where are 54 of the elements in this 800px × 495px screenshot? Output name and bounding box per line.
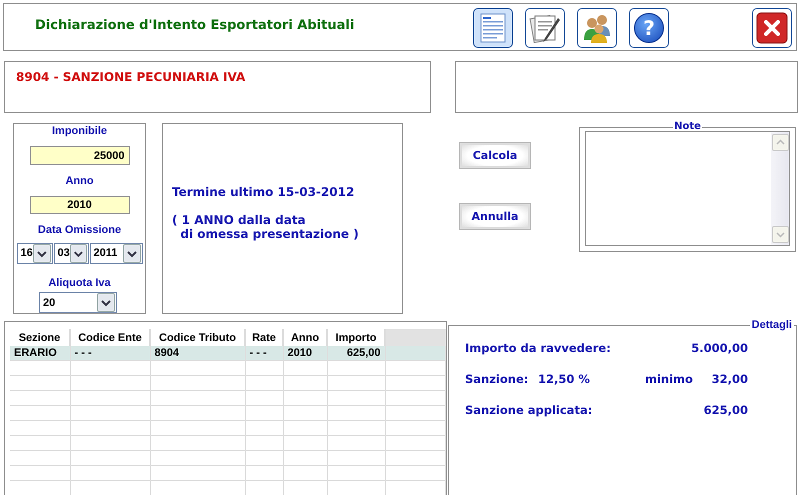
field-label: Anno <box>65 174 94 188</box>
deadline-text: Termine ultimo 15-03-2012 <box>172 184 356 198</box>
table-cell: - - - <box>245 346 283 360</box>
document-pen-icon <box>529 12 561 44</box>
detail-value: 5.000,00 <box>691 341 748 357</box>
input-field[interactable]: 25000 <box>30 146 130 165</box>
window-title: Dichiarazione d'Intento Esportatori Abituali <box>35 18 356 33</box>
detail-label: Importo da ravvedere: <box>465 341 611 357</box>
table-cell: 8904 <box>150 346 245 360</box>
table-cell: 625,00 <box>327 346 385 360</box>
input-field[interactable]: 2010 <box>30 196 130 214</box>
scroll-bar[interactable] <box>771 132 789 245</box>
action-button[interactable]: Calcola <box>459 142 531 169</box>
table-cell: ERARIO <box>10 346 70 360</box>
users-icon <box>581 12 613 44</box>
column-header[interactable]: Codice Ente <box>70 329 150 346</box>
scroll-up-icon <box>772 134 789 151</box>
note-field[interactable] <box>585 131 790 246</box>
detail-label: minimo <box>645 372 693 388</box>
caret-icon <box>122 244 140 263</box>
toolbar-button[interactable] <box>577 8 617 48</box>
deadline-note: ( 1 ANNO dalla data di omessa presentazione ) <box>172 212 360 240</box>
table-cell: - - - <box>70 346 150 360</box>
caret-icon <box>70 244 86 263</box>
field-label: Imponibile <box>52 125 107 138</box>
rate-select[interactable]: 20 <box>39 292 117 313</box>
close-button[interactable] <box>752 8 792 48</box>
caret-icon <box>32 244 50 263</box>
column-header[interactable]: Rate <box>245 329 283 346</box>
close-icon <box>756 12 788 44</box>
detail-value: 625,00 <box>704 403 748 419</box>
toolbar-button[interactable] <box>525 8 565 48</box>
scroll-down-icon <box>772 226 789 243</box>
detail-rate: 12,50 % <box>538 372 591 388</box>
table-cell: 2010 <box>283 346 327 360</box>
group-legend: Dettagli <box>750 321 794 329</box>
field-label: Aliquota Iva <box>48 276 111 290</box>
group-legend: Note <box>673 123 702 131</box>
detail-value: 32,00 <box>712 372 748 388</box>
field-label: Data Omissione <box>38 224 122 238</box>
caret-icon <box>97 293 115 312</box>
column-header[interactable]: Sezione <box>10 329 70 346</box>
detail-label: Sanzione: <box>465 372 530 388</box>
year-select[interactable]: 2011 <box>90 242 142 264</box>
day-select[interactable]: 16 <box>16 242 52 264</box>
toolbar-button[interactable] <box>473 8 513 48</box>
month-select[interactable]: 03 <box>54 242 88 264</box>
column-header[interactable]: Anno <box>283 329 327 346</box>
column-header[interactable]: Importo <box>327 329 385 346</box>
action-button[interactable]: Annulla <box>459 203 531 230</box>
code-title-box: 8904 - SANZIONE PECUNIARIA IVA <box>4 61 431 113</box>
column-header[interactable]: Codice Tributo <box>150 329 245 346</box>
detail-label: Sanzione applicata: <box>465 403 592 419</box>
table-row[interactable]: ERARIO - - - 8904 - - - 2010 625,00 <box>10 346 446 360</box>
